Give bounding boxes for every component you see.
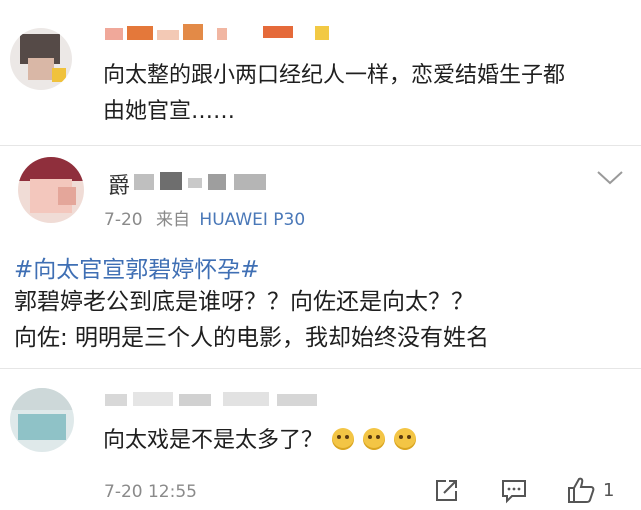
thumbs-up-icon[interactable] bbox=[566, 476, 596, 504]
laughing-emoji-icon bbox=[332, 428, 355, 450]
post-text: 向佐: 明明是三个人的电影，我却始终没有姓名 bbox=[14, 325, 490, 351]
comment-time: 7-20 12:55 bbox=[104, 482, 197, 502]
post-source-device[interactable]: HUAWEI P30 bbox=[199, 210, 305, 230]
comment-text: 向太戏是不是太多了？ bbox=[103, 423, 417, 458]
post-time: 7-20 bbox=[104, 210, 143, 230]
chevron-down-icon[interactable] bbox=[596, 170, 624, 186]
comment-text: 向太整的跟小两口经纪人一样，恋爱结婚生子都 bbox=[103, 63, 566, 88]
laughing-emoji-icon bbox=[394, 428, 417, 450]
hashtag-link[interactable]: #向太官宣郭碧婷怀孕# bbox=[14, 250, 260, 284]
comment-body: 向太戏是不是太多了？ bbox=[103, 428, 324, 453]
post-meta: 7-20 来自 HUAWEI P30 bbox=[104, 205, 305, 230]
avatar[interactable] bbox=[10, 28, 72, 90]
post-text: 郭碧婷老公到底是谁呀？？向佐还是向太？？ bbox=[14, 289, 474, 315]
comment-icon[interactable] bbox=[500, 478, 528, 504]
divider bbox=[0, 368, 641, 369]
avatar[interactable] bbox=[18, 157, 84, 223]
divider bbox=[0, 145, 641, 146]
username-blurred[interactable] bbox=[105, 390, 335, 410]
username-visible-char: 爵 bbox=[108, 174, 131, 199]
comment-text: 由她官宣…… bbox=[103, 99, 236, 124]
username-blurred[interactable] bbox=[105, 22, 345, 44]
share-icon[interactable] bbox=[433, 478, 459, 504]
avatar[interactable] bbox=[10, 388, 74, 452]
laughing-emoji-icon bbox=[363, 428, 386, 450]
like-count: 1 bbox=[603, 480, 615, 501]
post-source-prefix: 来自 bbox=[156, 210, 190, 230]
username-blurred[interactable]: 爵 bbox=[108, 168, 278, 199]
